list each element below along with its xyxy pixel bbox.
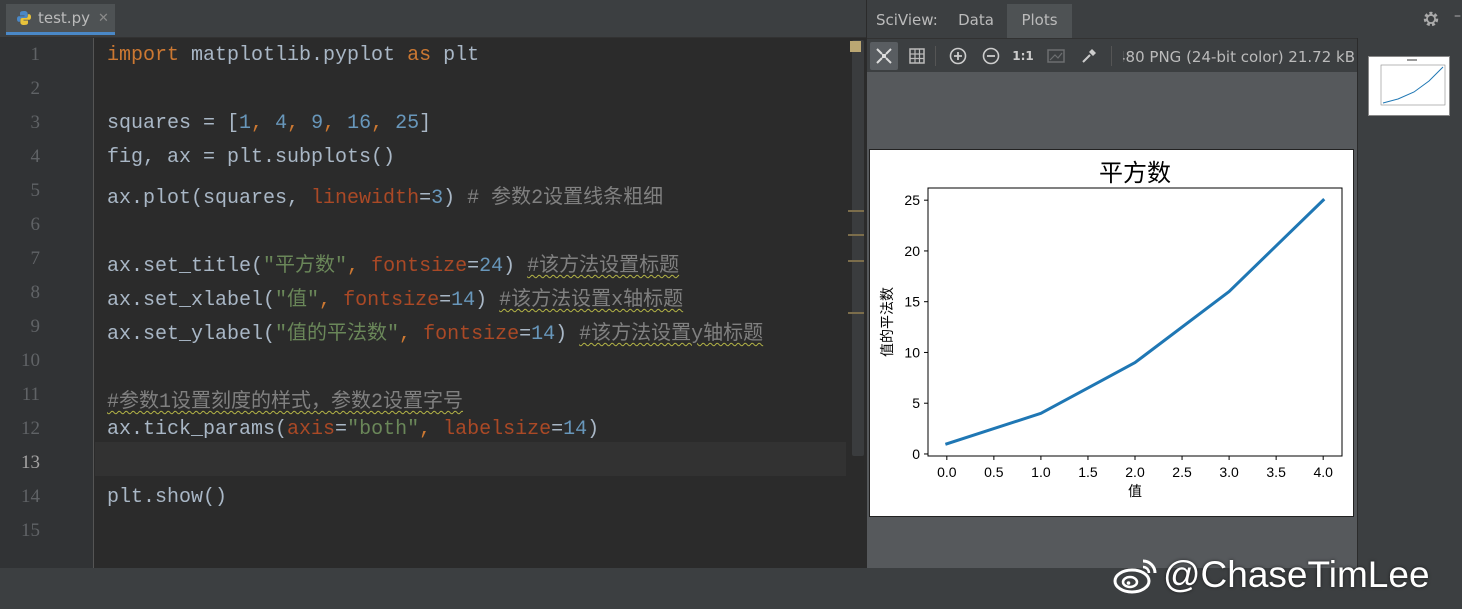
zoom-in-icon [949, 47, 967, 65]
code-line-8[interactable]: ax.set_xlabel("值", fontsize=14) #该方法设置x轴… [107, 282, 683, 312]
grid-icon [909, 48, 925, 64]
line-number: 5 [30, 180, 41, 201]
line-number-current: 13 [21, 452, 40, 473]
tab-filename: test.py [38, 9, 90, 27]
image-info: 640x480 PNG (24-bit color) 21.72 kB [1123, 48, 1355, 66]
code-line-9[interactable]: ax.set_ylabel("值的平法数", fontsize=14) #该方法… [107, 316, 763, 346]
line-number: 8 [30, 282, 41, 303]
fit-zoom-icon [876, 48, 892, 64]
code-line-14[interactable]: plt.show() [107, 486, 227, 509]
x-tick-label: 0.0 [937, 464, 957, 480]
chart-title: 平方数 [1099, 160, 1171, 187]
x-tick-label: 2.0 [1125, 464, 1145, 480]
line-number: 3 [30, 112, 41, 133]
plot-thumbnail[interactable] [1368, 56, 1450, 116]
zoom-out-button[interactable] [977, 42, 1005, 70]
plot-thumbnails [1357, 38, 1462, 568]
code-line-4[interactable]: fig, ax = plt.subplots() [107, 146, 395, 169]
toolbar-separator [1111, 46, 1112, 66]
toolbar-separator [935, 46, 936, 66]
line-number-gutter: 1 2 3 4 5 6 7 8 9 10 11 12 13 14 15 [0, 38, 94, 568]
line-number: 9 [30, 316, 41, 337]
line-number: 1 [30, 44, 41, 65]
sciview-panel: SciView: Data Plots – 1:1 80 PNG (24-bit… [866, 0, 1462, 568]
eyedropper-icon [1082, 49, 1096, 63]
line-number: 14 [21, 486, 40, 507]
y-tick-label: 20 [904, 243, 920, 259]
actual-size-button[interactable]: 1:1 [1009, 42, 1037, 70]
warning-indicator-icon[interactable] [850, 41, 861, 52]
x-tick-label: 3.0 [1219, 464, 1239, 480]
x-tick-label: 3.5 [1266, 464, 1286, 480]
x-tick-label: 0.5 [984, 464, 1004, 480]
editor-tab-bar: test.py ✕ [0, 0, 866, 38]
line-number: 11 [21, 384, 40, 405]
code-line-3[interactable]: squares = [1, 4, 9, 16, 25] [107, 112, 431, 135]
gear-icon[interactable] [1422, 10, 1440, 28]
x-tick-label: 2.5 [1172, 464, 1192, 480]
zoom-out-icon [982, 47, 1000, 65]
x-axis-label: 值 [1128, 483, 1142, 499]
watermark: @ChaseTimLee [1113, 554, 1430, 596]
plot-area-frame [927, 187, 1343, 457]
color-picker-button[interactable] [1075, 42, 1103, 70]
code-line-7[interactable]: ax.set_title("平方数", fontsize=24) #该方法设置标… [107, 248, 679, 278]
y-tick-label: 5 [912, 395, 920, 411]
background-toggle-button[interactable] [1042, 42, 1070, 70]
y-tick-label: 15 [904, 294, 920, 310]
tab-plots[interactable]: Plots [1007, 4, 1072, 38]
warning-stripe-mark[interactable] [848, 234, 864, 236]
code-line-12[interactable]: ax.tick_params(axis="both", labelsize=14… [107, 418, 599, 441]
x-tick-label: 4.0 [1313, 464, 1333, 480]
plot-canvas[interactable]: 平方数 0.0 0.5 1.0 1.5 2.0 2.5 3.0 3.5 4.0 0 5 10 15 20 25… [867, 72, 1357, 568]
code-line-5[interactable]: ax.plot(squares, linewidth=3) # 参数2设置线条粗… [107, 180, 663, 210]
y-tick-label: 0 [912, 446, 920, 462]
sciview-title: SciView: [876, 11, 938, 29]
tab-data[interactable]: Data [945, 4, 1007, 38]
minimize-icon[interactable]: – [1454, 8, 1461, 24]
series-line [944, 198, 1326, 446]
watermark-text: @ChaseTimLee [1163, 554, 1430, 595]
line-number: 12 [21, 418, 40, 439]
thumbnail-chart-icon [1380, 59, 1446, 106]
warning-stripe-mark[interactable] [848, 260, 864, 262]
zoom-in-button[interactable] [944, 42, 972, 70]
y-tick-label: 10 [904, 344, 920, 360]
weibo-logo-icon [1113, 559, 1157, 594]
y-tick-label: 25 [904, 192, 920, 208]
line-number: 15 [21, 520, 40, 541]
current-line-highlight [95, 442, 854, 476]
line-chart: 平方数 0.0 0.5 1.0 1.5 2.0 2.5 3.0 3.5 4.0 0 5 10 15 20 25… [879, 160, 1343, 499]
fit-zoom-button[interactable] [870, 42, 898, 70]
x-tick-label: 1.5 [1078, 464, 1098, 480]
code-line-1[interactable]: import matplotlib.pyplot as plt [107, 44, 479, 67]
line-number: 7 [30, 248, 41, 269]
line-number: 6 [30, 214, 41, 235]
plot-toolbar: 1:1 640x480 PNG (24-bit color) 21.72 kB [867, 38, 1357, 72]
background-icon [1047, 49, 1065, 63]
line-number: 10 [21, 350, 40, 371]
line-number: 2 [30, 78, 41, 99]
x-tick-label: 1.0 [1031, 464, 1051, 480]
grid-toggle-button[interactable] [903, 42, 931, 70]
tab-test-py[interactable]: test.py ✕ [6, 4, 115, 35]
vertical-scrollbar[interactable] [852, 40, 864, 456]
y-axis-label: 值的平法数 [879, 287, 895, 357]
python-file-icon [17, 11, 31, 25]
code-editor[interactable]: 1 2 3 4 5 6 7 8 9 10 11 12 13 14 15 impo… [0, 38, 864, 568]
code-line-11[interactable]: #参数1设置刻度的样式，参数2设置字号 [107, 384, 463, 414]
warning-stripe-mark[interactable] [848, 210, 864, 212]
warning-stripe-mark[interactable] [848, 312, 864, 314]
line-number: 4 [30, 146, 41, 167]
sciview-header: SciView: Data Plots – [867, 0, 1462, 38]
plot-image[interactable]: 平方数 0.0 0.5 1.0 1.5 2.0 2.5 3.0 3.5 4.0 0 5 10 15 20 25… [869, 149, 1354, 517]
close-icon[interactable]: ✕ [98, 11, 109, 26]
